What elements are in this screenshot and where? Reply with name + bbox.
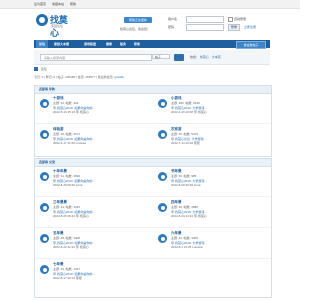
forum-last-time: 2022-8-25 09:42 帝·找莫心 <box>53 214 89 218</box>
forum-item[interactable]: 十年年曼 主题: 31, 帖数: 4596 帝·找莫心2019: 如果你是你的.… <box>35 167 145 193</box>
nav-game-league[interactable]: 游戏联盟 <box>84 42 96 46</box>
forum-counts: 主题: 56, 帖数: 985 <box>171 174 197 178</box>
forum-item[interactable]: 农家游 主题: 46, 帖数: 5415 帝·找莫心论坛: 大学游戏... 20… <box>153 125 263 151</box>
nav-search[interactable]: 搜索 <box>106 42 112 46</box>
forum-last-time: 2022-8-29 09:36 tonia <box>53 183 83 187</box>
forum-counts: 主题: 48, 帖数: 3408 <box>53 236 81 240</box>
forum-counts: 主题: 35, 帖数: 2571 <box>53 132 81 136</box>
forum-item[interactable]: 小游戏 主题: 380, 帖数: 2648 帝·找莫心2019: 大学游戏...… <box>153 94 263 120</box>
auto-login-checkbox[interactable] <box>228 17 233 22</box>
forum-last-time: 2022-8-1 12:25 Louisita <box>171 245 203 249</box>
forum-counts: 主题: 380, 帖数: 2648 <box>171 101 200 105</box>
forum-counts: 主题: 52, 帖数: 402 <box>53 101 79 105</box>
forum-item[interactable]: 四年曼 主题: 46, 帖数: 2880 帝·找莫心2019: 大学游戏... … <box>153 198 263 224</box>
search-placeholder: 请输入搜索内容 <box>44 56 66 60</box>
stats-text: 今日: 0 | 昨日: 0 | 帖子: 236480 | 会员: 269577 … <box>34 75 114 79</box>
row-divider <box>35 123 271 124</box>
forum-last-time: 2022-5-19 15:16 帝·找莫心 <box>53 110 89 114</box>
forum-item[interactable]: 七年曼 主题: 24, 帖数: 1327 帝·找莫心2019: 如果你是你的..… <box>35 260 145 286</box>
forum-icon <box>40 265 49 274</box>
forum-last-time: 2022-7-14 10:48 夏夏 <box>171 141 200 145</box>
forum-item[interactable]: 书年曼 主题: 56, 帖数: 985 帝·找莫心2019: 大学游戏... 2… <box>153 167 263 193</box>
forum-icon <box>158 234 167 243</box>
forum-stats: 今日: 0 | 昨日: 0 | 帖子: 236480 | 会员: 269577 … <box>34 75 124 79</box>
forum-section-1: 西部商 导购 十游戏 主题: 52, 帖数: 402 帝·找莫心2019: 如果… <box>34 85 272 157</box>
update-badge[interactable]: 帮助正在更新 <box>124 17 152 23</box>
register-link[interactable]: 立即注册 <box>244 25 256 29</box>
forum-counts: 主题: 40, 帖数: 3469 <box>171 236 199 240</box>
hot-term-1[interactable]: 找莫心 <box>200 55 209 59</box>
forum-last-time: 2022-8-24 14:34 帝·找莫心 <box>171 214 207 218</box>
login-button[interactable]: 登录 <box>228 24 240 31</box>
forum-counts: 主题: 62, 帖数: 3445 <box>53 205 81 209</box>
forum-section-2: 西部商 交流 十年年曼 主题: 31, 帖数: 4596 帝·找莫心2019: … <box>34 158 272 298</box>
password-label: 密码 <box>168 25 175 29</box>
forum-icon <box>158 203 167 212</box>
forum-icon <box>40 172 49 181</box>
quick-post-button[interactable]: 快速发帖子 <box>236 41 266 49</box>
forum-item[interactable]: 五年曼 主题: 48, 帖数: 3408 帝·找莫心2019: 如果你是你的..… <box>35 229 145 255</box>
newest-member-link[interactable]: gxsaife <box>115 75 125 79</box>
forum-last-time: 2022-8-22 22:34 帝·找莫心 <box>53 245 89 249</box>
logo-icon <box>36 14 48 26</box>
row-divider <box>35 227 271 228</box>
auto-login-label: 自动登录 <box>234 17 247 21</box>
forum-icon <box>158 130 167 139</box>
forum-icon <box>40 130 49 139</box>
forum-last-time: 2022-8-29 09:36 tonia <box>171 183 201 187</box>
bookmark-link[interactable]: 收藏本站 <box>52 2 64 6</box>
search-input[interactable]: 请输入搜索内容 <box>40 54 152 61</box>
nav-admin[interactable]: 版务 <box>120 42 126 46</box>
hot-search: 热搜： 找莫心 大本营 <box>190 55 221 59</box>
forum-item[interactable]: 三年曼曼 主题: 62, 帖数: 3445 帝·找莫心2019: 如果你是你的.… <box>35 198 145 224</box>
forum-counts: 主题: 46, 帖数: 2880 <box>171 205 199 209</box>
set-homepage-link[interactable]: 设为首页 <box>34 2 46 6</box>
site-logo[interactable]: 找莫心 家园论坛 <box>36 12 76 38</box>
forum-item[interactable]: 体验游 主题: 35, 帖数: 2571 帝·找莫心2019: 如果你是你的..… <box>35 125 145 151</box>
breadcrumb: 论坛 <box>34 67 47 72</box>
login-panel: 用户名 自动登录 密码 登录 立即注册 <box>168 16 268 32</box>
row-divider <box>35 258 271 259</box>
help-link[interactable]: 帮助 <box>70 2 76 6</box>
forum-last-time: 2022-4-23 10:08 帝·找莫心 <box>171 110 207 114</box>
forum-counts: 主题: 31, 帖数: 4596 <box>53 174 81 178</box>
forum-last-time: 2022-3-17 11:50 Louisita <box>53 141 86 145</box>
forum-icon <box>40 99 49 108</box>
hot-term-2[interactable]: 大本营 <box>212 55 221 59</box>
row-divider <box>35 196 271 197</box>
forum-last-time: 2022-8-17 20:14 夏夏 <box>53 276 82 280</box>
password-input[interactable] <box>186 24 224 31</box>
forum-icon <box>40 234 49 243</box>
nav-forum[interactable]: 论坛 <box>36 40 49 48</box>
hot-label: 热搜： <box>190 55 200 59</box>
top-utility-bar: 设为首页 收藏本站 帮助 <box>0 0 300 9</box>
section-title[interactable]: 西部商 交流 <box>35 159 271 167</box>
forum-item[interactable]: 六年曼 主题: 40, 帖数: 3469 帝·找莫心2019: 大学游戏... … <box>153 229 263 255</box>
forum-icon <box>158 172 167 181</box>
forum-counts: 主题: 24, 帖数: 1327 <box>53 267 81 271</box>
home-icon[interactable] <box>34 67 38 72</box>
main-nav: 论坛 家居大本营 游戏联盟 搜索 版务 帮助 快速发帖子 <box>34 40 270 49</box>
nav-home-camp[interactable]: 家居大本营 <box>54 42 69 46</box>
section-title[interactable]: 西部商 导购 <box>35 86 271 94</box>
forum-counts: 主题: 46, 帖数: 5415 <box>171 132 199 136</box>
search-button[interactable] <box>174 54 184 61</box>
forum-icon <box>158 99 167 108</box>
username-label: 用户名 <box>168 17 178 21</box>
forum-icon <box>40 203 49 212</box>
search-bar: 请输入搜索内容 帖子 热搜： 找莫心 大本营 <box>34 50 270 65</box>
nav-help[interactable]: 帮助 <box>134 42 140 46</box>
header-tagline: 找莫心论坛，欢迎您！ <box>120 27 151 31</box>
forum-item[interactable]: 十游戏 主题: 52, 帖数: 402 帝·找莫心2019: 如果你是你的...… <box>35 94 145 120</box>
logo-subtitle: 家园论坛 <box>51 24 64 28</box>
search-type-select[interactable]: 帖子 <box>152 54 170 59</box>
breadcrumb-forum[interactable]: 论坛 <box>41 67 47 71</box>
username-input[interactable] <box>186 16 224 23</box>
